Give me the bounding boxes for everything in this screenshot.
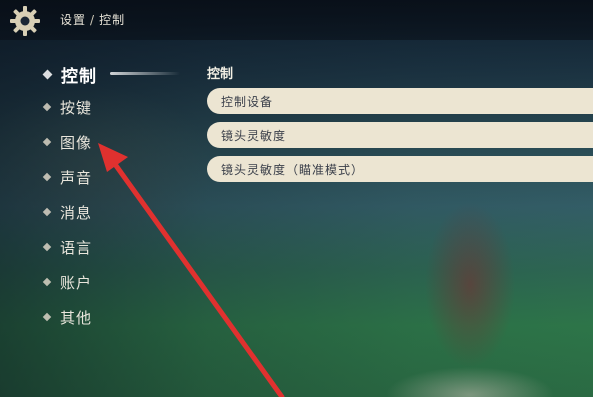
arrow-shaft xyxy=(109,157,285,397)
arrow-head-icon xyxy=(98,143,128,172)
red-annotation-arrow xyxy=(98,143,285,397)
